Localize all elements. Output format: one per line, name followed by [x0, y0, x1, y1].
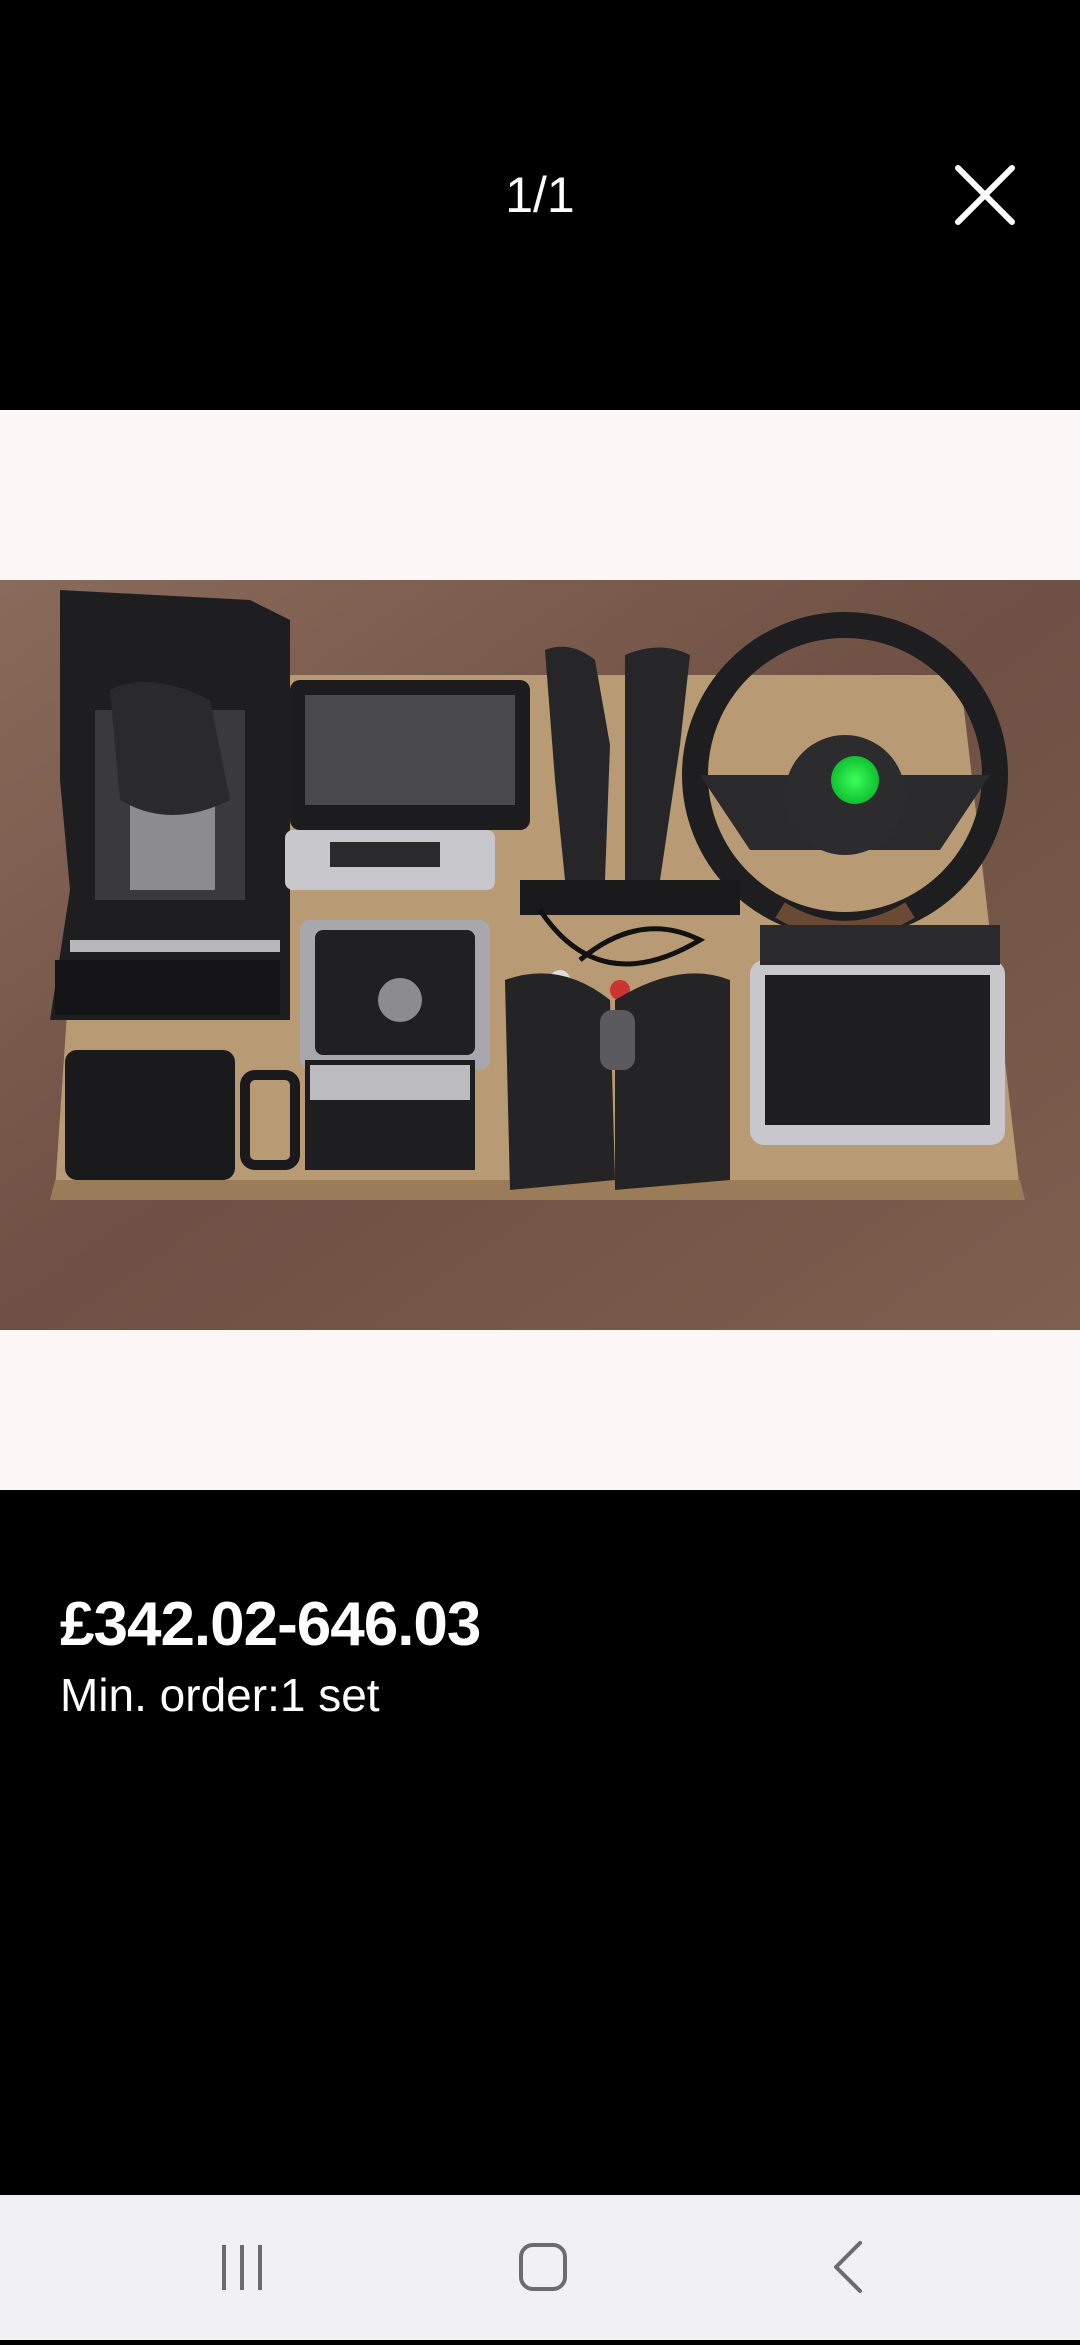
image-viewer[interactable] — [0, 410, 1080, 1490]
price-block: £342.02-646.03 Min. order:1 set — [60, 1585, 481, 1725]
home-button[interactable] — [463, 2195, 623, 2340]
system-nav-bar — [0, 2195, 1080, 2340]
recents-button[interactable] — [162, 2195, 322, 2340]
recents-icon — [222, 2245, 262, 2290]
back-icon — [834, 2241, 862, 2293]
viewer-header: 1/1 — [0, 0, 1080, 410]
close-icon — [955, 165, 1015, 225]
product-price: £342.02-646.03 — [60, 1590, 481, 1659]
image-counter: 1/1 — [505, 167, 575, 223]
close-button[interactable] — [950, 160, 1020, 230]
product-photo[interactable] — [0, 580, 1080, 1330]
min-order-label: Min. order:1 set — [60, 1669, 380, 1721]
home-icon — [519, 2243, 567, 2291]
back-button[interactable] — [768, 2195, 928, 2340]
